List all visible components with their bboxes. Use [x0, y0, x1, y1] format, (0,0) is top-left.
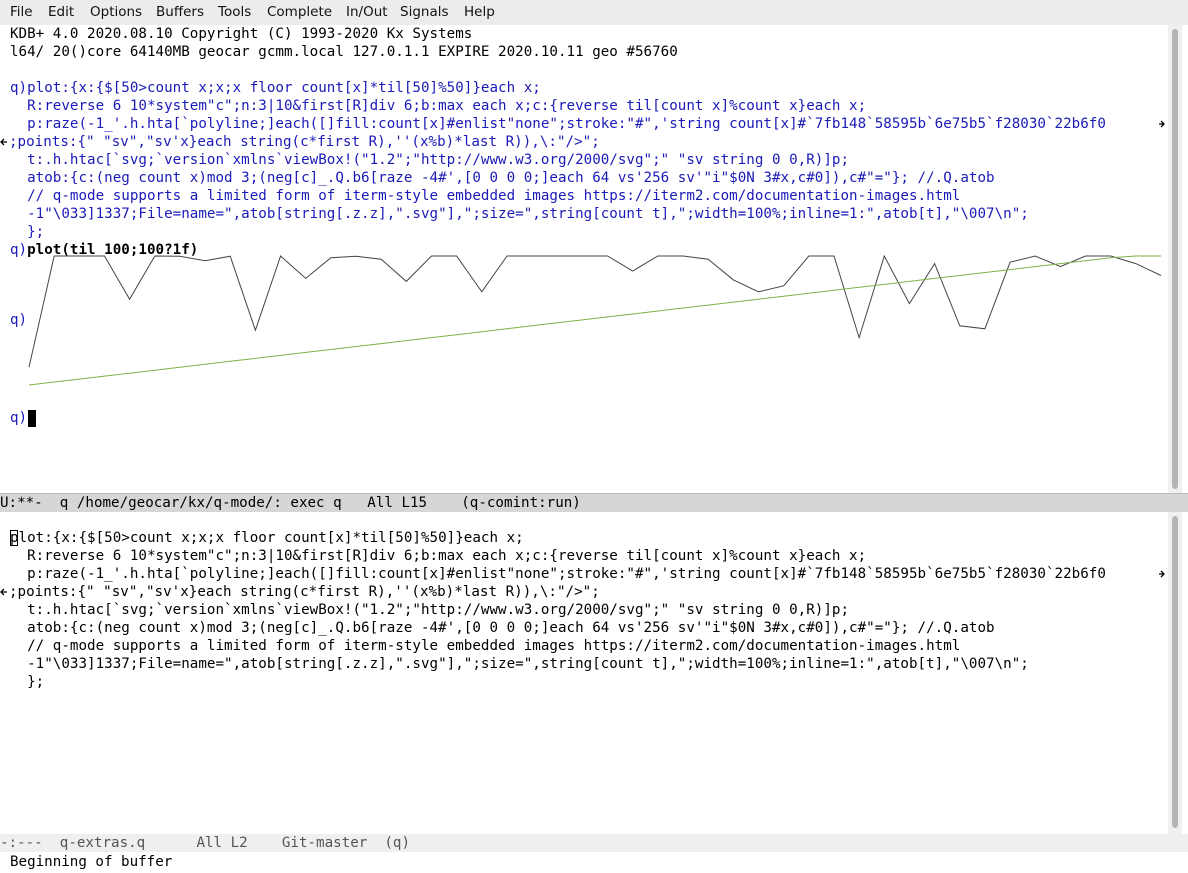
source-line: };	[10, 674, 45, 690]
menu-tools[interactable]: Tools	[218, 4, 251, 20]
source-line: p:raze(-1_'.h.hta[`polyline;]each([]fill…	[10, 566, 1106, 582]
banner-line-2: l64/ 20()core 64140MB geocar gcmm.local …	[10, 44, 678, 60]
q-repl-pane[interactable]: KDB+ 4.0 2020.08.10 Copyright (C) 1993-2…	[0, 25, 1188, 495]
source-line: plot:{x:{$[50>count x;x;x floor count[x]…	[10, 530, 524, 546]
source-line: ;points:{" "sv","sv'x}each string(c*firs…	[9, 584, 600, 600]
menu-complete[interactable]: Complete	[267, 4, 332, 20]
continuation-arrow-icon	[0, 588, 7, 596]
scrollbar-thumb[interactable]	[1172, 516, 1178, 828]
code-line: plot:{x:{$[50>count x;x;x floor count[x]…	[27, 80, 541, 96]
code-line: t:.h.htac[`svg;`version`xmlns`viewBox!("…	[10, 152, 850, 168]
code-line: -1"\033]1337;File=name=",atob[string[.z.…	[10, 206, 1029, 222]
menu-help[interactable]: Help	[464, 4, 495, 20]
text-cursor	[10, 530, 18, 546]
output-line: q)	[10, 311, 27, 329]
input-line: q)plot:{x:{$[50>count x;x;x floor count[…	[10, 79, 541, 97]
code-line: };	[10, 224, 45, 240]
wrap-arrow-icon	[1159, 570, 1165, 578]
q-prompt: q)	[10, 410, 28, 426]
menu-options[interactable]: Options	[90, 4, 142, 20]
source-line: R:reverse 6 10*system"c";n:3|10&first[R]…	[10, 548, 867, 564]
source-line: -1"\033]1337;File=name=",atob[string[.z.…	[10, 656, 1029, 672]
menu-file[interactable]: File	[10, 4, 33, 20]
wrap-arrow-icon	[1159, 120, 1165, 128]
code-line: ;points:{" "sv","sv'x}each string(c*firs…	[9, 134, 600, 150]
source-line: // q-mode supports a limited form of ite…	[10, 638, 961, 654]
menu-bar: File Edit Options Buffers Tools Complete…	[0, 0, 1188, 25]
mode-line-active[interactable]: U:**- q /home/geocar/kx/q-mode/: exec q …	[0, 493, 1188, 512]
mode-line-inactive[interactable]: -:--- q-extras.q All L2 Git-master (q)	[0, 834, 1188, 852]
code-line: atob:{c:(neg count x)mod 3;(neg[c]_.Q.b6…	[10, 170, 995, 186]
scrollbar-top[interactable]	[1168, 25, 1182, 495]
text-cursor	[28, 410, 36, 427]
plot-series-linear	[28, 255, 1161, 386]
menu-buffers[interactable]: Buffers	[156, 4, 204, 20]
menu-edit[interactable]: Edit	[48, 4, 74, 20]
source-line: atob:{c:(neg count x)mod 3;(neg[c]_.Q.b6…	[10, 620, 995, 636]
source-line: t:.h.htac[`svg;`version`xmlns`viewBox!("…	[10, 602, 850, 618]
continuation-arrow-icon	[0, 138, 7, 146]
menu-inout[interactable]: In/Out	[346, 4, 388, 20]
scrollbar-bottom[interactable]	[1168, 512, 1182, 834]
q-prompt: q)	[10, 312, 28, 328]
menu-signals[interactable]: Signals	[400, 4, 449, 20]
code-line: p:raze(-1_'.h.hta[`polyline;]each([]fill…	[10, 116, 1106, 132]
source-buffer-pane[interactable]: plot:{x:{$[50>count x;x;x floor count[x]…	[0, 512, 1188, 834]
current-input-line[interactable]: q)	[10, 409, 27, 427]
echo-area: Beginning of buffer	[10, 854, 173, 870]
banner-line-1: KDB+ 4.0 2020.08.10 Copyright (C) 1993-2…	[10, 26, 473, 42]
q-prompt: q)	[10, 80, 28, 96]
scrollbar-thumb[interactable]	[1172, 29, 1178, 489]
q-prompt: q)	[10, 242, 28, 258]
plot-series-random	[28, 255, 1162, 368]
code-line: R:reverse 6 10*system"c";n:3|10&first[R]…	[10, 98, 867, 114]
code-line: // q-mode supports a limited form of ite…	[10, 188, 961, 204]
embedded-plot-image	[28, 255, 1162, 386]
